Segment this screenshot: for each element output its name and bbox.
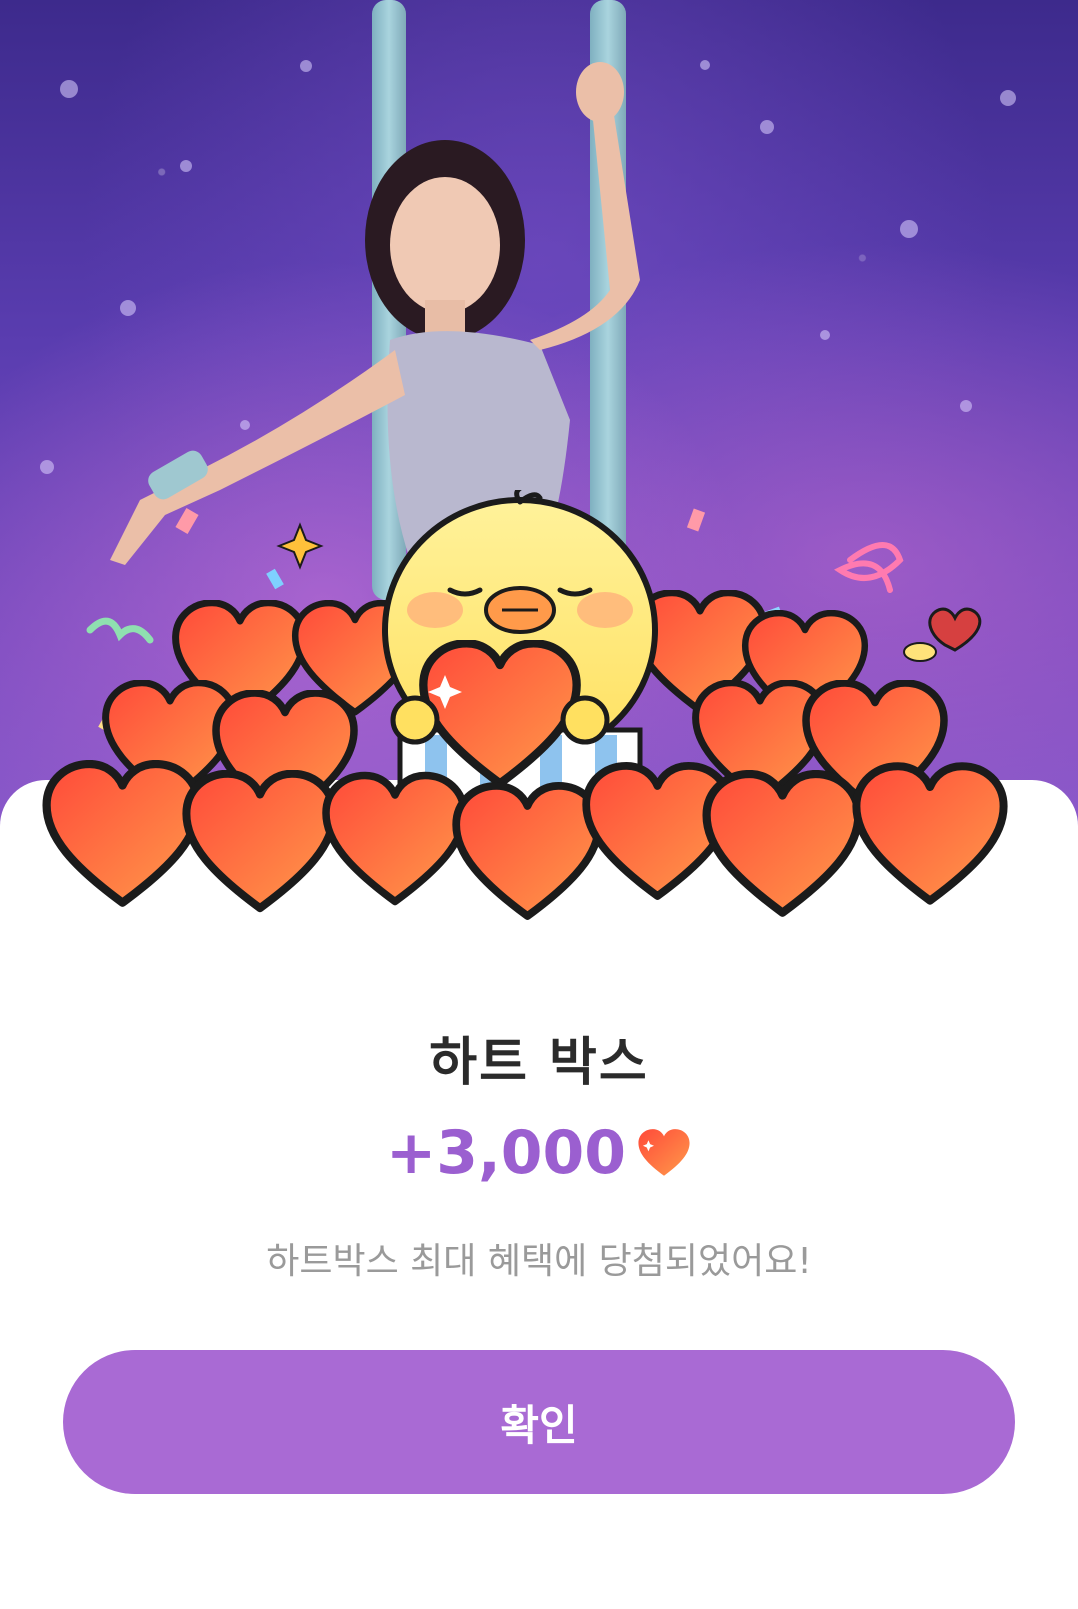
popup-title: 하트 박스 xyxy=(429,1033,649,1093)
heart-icon xyxy=(638,1129,690,1176)
heart-box-illustration xyxy=(40,490,1040,970)
heart-box-screen: 하트 박스 +3,000 하트박스 최대 혜택에 당첨되었어요! 확인 xyxy=(0,0,1078,1609)
reward-row: +3,000 xyxy=(0,1118,1078,1188)
reward-message: 하트박스 최대 혜택에 당첨되었어요! xyxy=(266,1241,812,1282)
confirm-button[interactable]: 확인 xyxy=(63,1350,1015,1494)
reward-amount: +3,000 xyxy=(385,1118,627,1188)
